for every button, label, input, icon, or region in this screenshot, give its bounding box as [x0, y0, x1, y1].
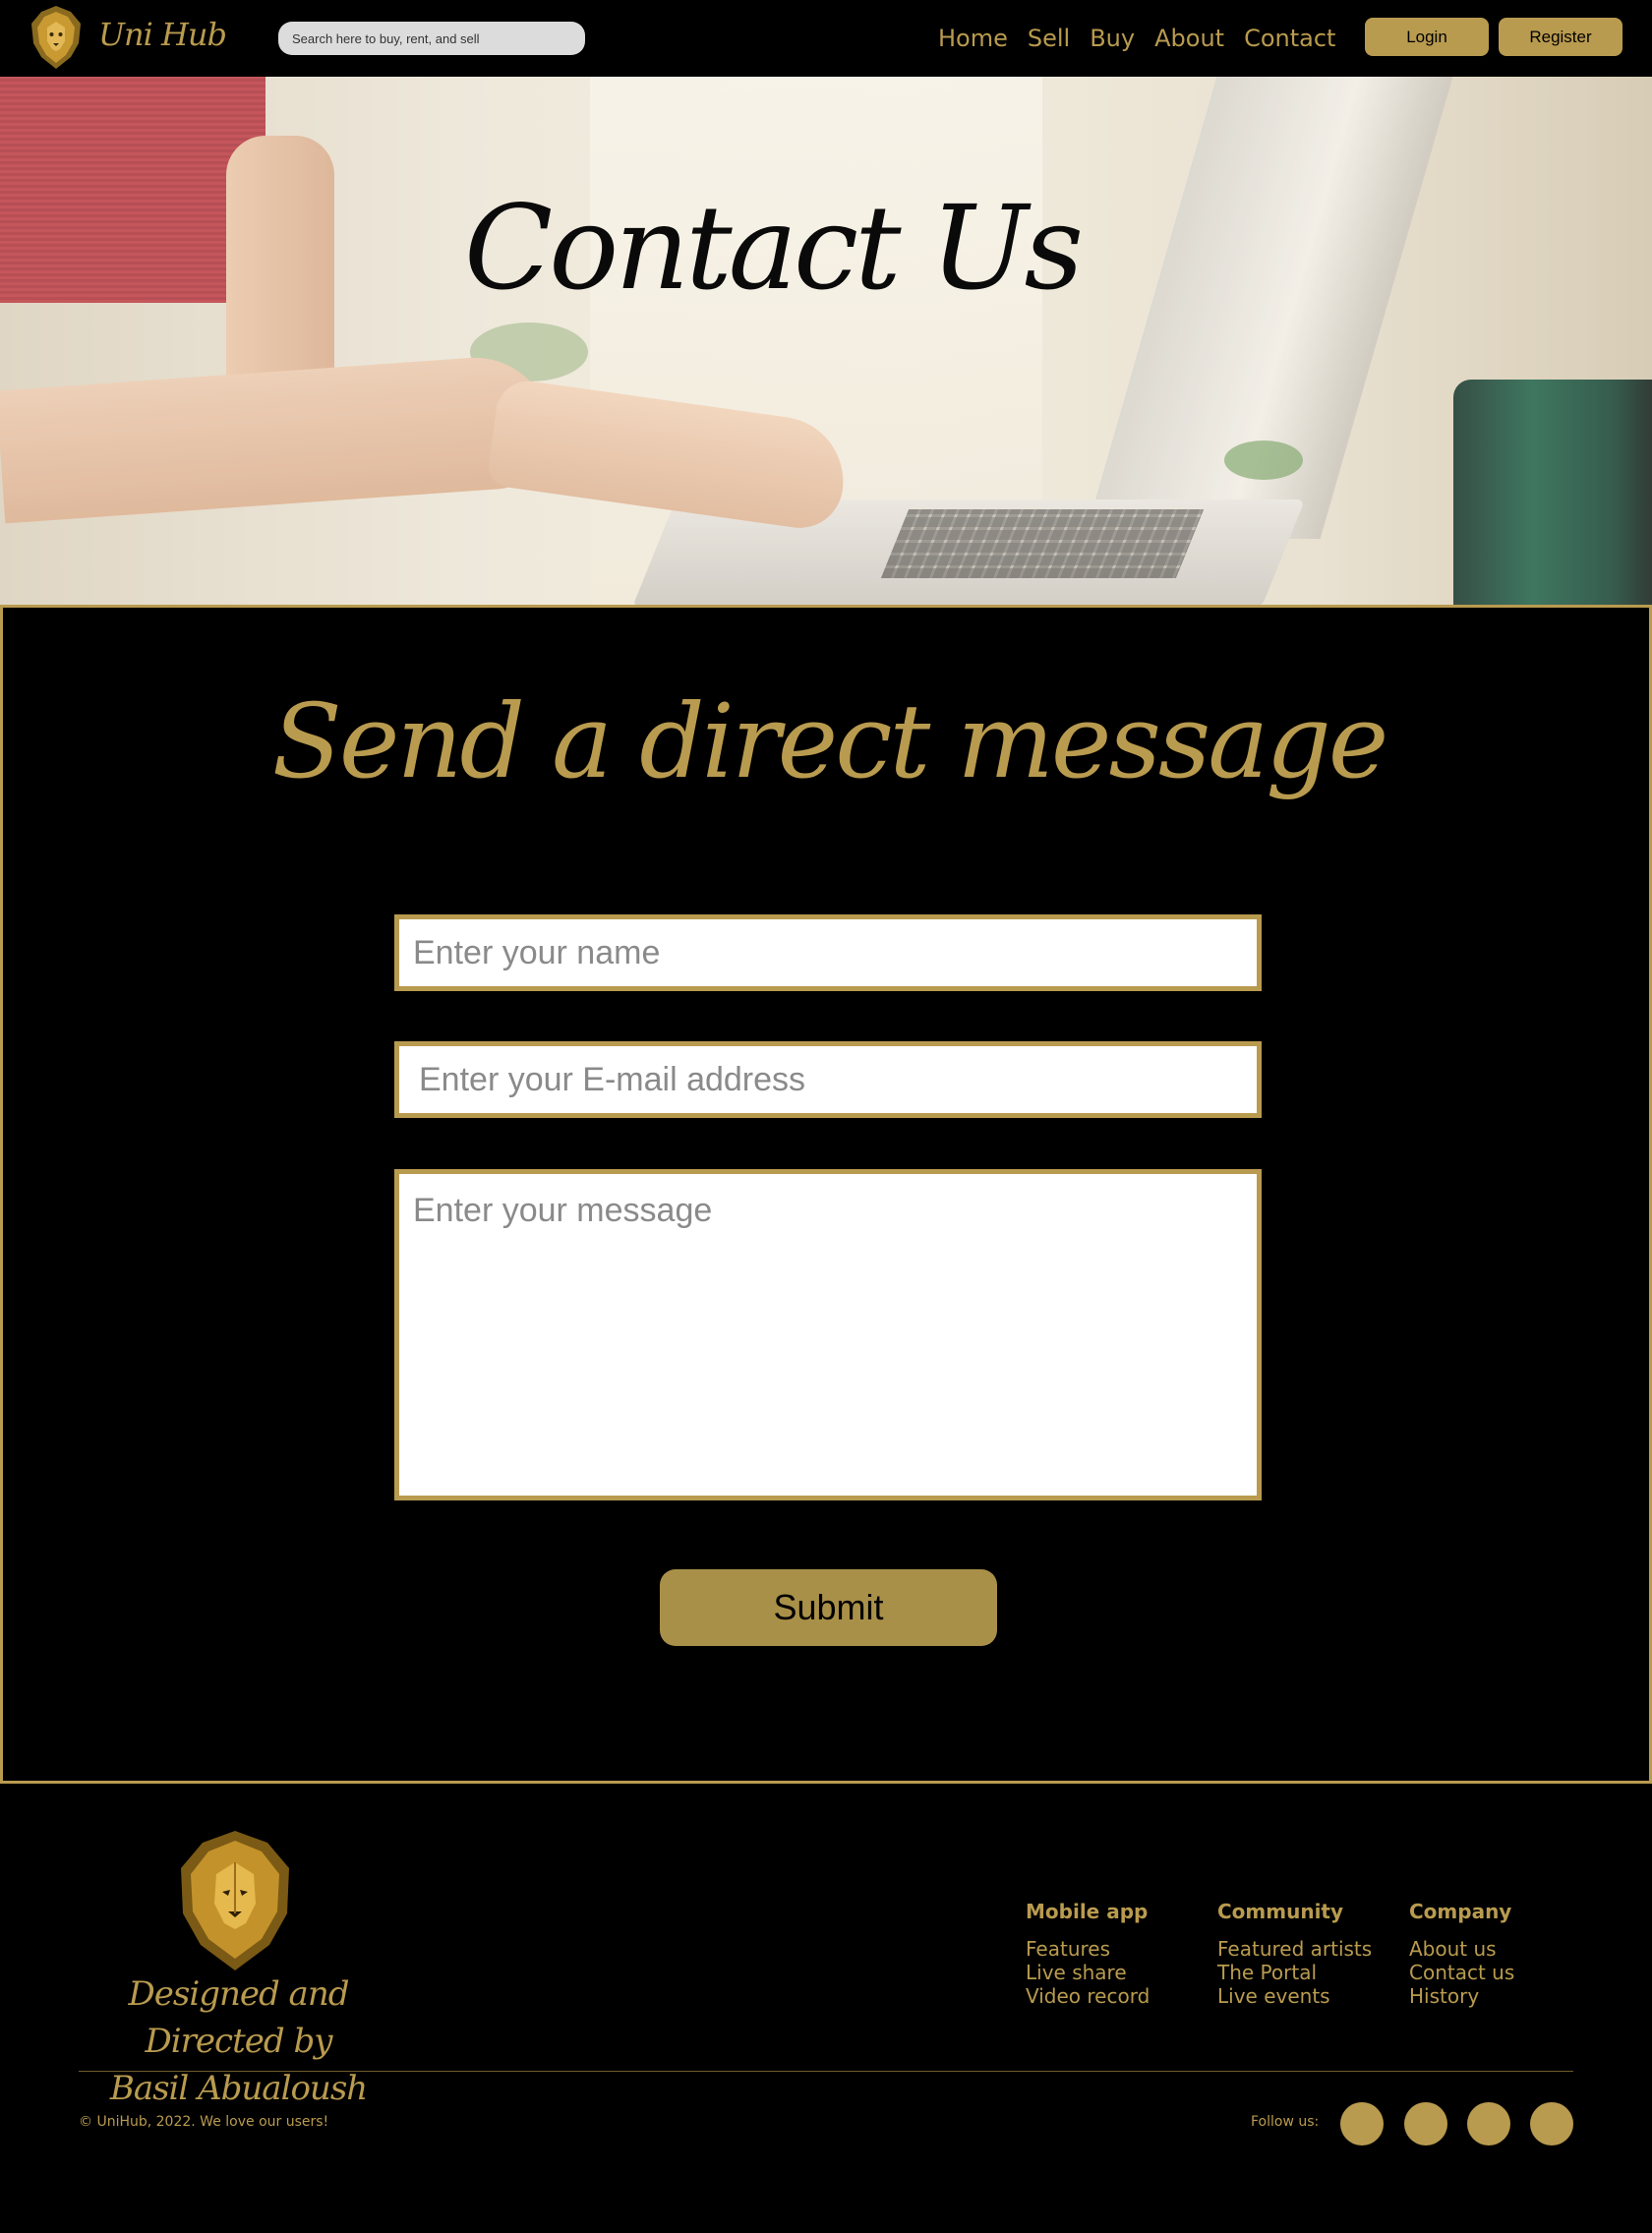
footer-divider: [79, 2071, 1573, 2072]
nav-buy[interactable]: Buy: [1090, 22, 1135, 55]
follow-us-label: Follow us:: [1251, 2114, 1320, 2130]
login-button[interactable]: Login: [1365, 18, 1489, 56]
footer-column-heading: Mobile app: [1026, 1900, 1149, 1923]
social-icon-4[interactable]: [1530, 2102, 1573, 2145]
message-field[interactable]: [394, 1169, 1262, 1500]
lion-logo-icon[interactable]: [28, 4, 85, 71]
main-nav: Home Sell Buy About Contact: [938, 22, 1355, 55]
hero-banner: Contact Us: [0, 77, 1652, 605]
nav-sell[interactable]: Sell: [1028, 22, 1070, 55]
copyright-text: © UniHub, 2022. We love our users!: [79, 2114, 329, 2130]
footer-link-featured-artists[interactable]: Featured artists: [1217, 1937, 1372, 1961]
page-title: Contact Us: [463, 180, 1084, 316]
footer-column-mobile-app: Mobile app Features Live share Video rec…: [1026, 1900, 1150, 2008]
footer-link-live-events[interactable]: Live events: [1217, 1984, 1372, 2008]
brand-name[interactable]: Uni Hub: [98, 16, 227, 53]
nav-contact[interactable]: Contact: [1244, 22, 1335, 55]
footer: Designed and Directed by Basil Abualoush…: [0, 1784, 1652, 2233]
footer-column-heading: Company: [1409, 1900, 1512, 1923]
nav-about[interactable]: About: [1154, 22, 1224, 55]
designer-signature: Designed and Directed by Basil Abualoush: [79, 1970, 398, 2112]
footer-link-video-record[interactable]: Video record: [1026, 1984, 1150, 2008]
lion-logo-icon: [181, 1831, 289, 1970]
footer-column-company: Company About us Contact us History: [1409, 1900, 1514, 2008]
footer-column-heading: Community: [1217, 1900, 1344, 1923]
email-field[interactable]: [394, 1041, 1262, 1118]
social-icon-2[interactable]: [1404, 2102, 1447, 2145]
name-field[interactable]: [394, 914, 1262, 991]
contact-section: Send a direct message Submit: [0, 605, 1652, 1784]
hero-photo-overlay: [0, 77, 1652, 605]
top-navbar: Uni Hub Home Sell Buy About Contact Logi…: [0, 0, 1652, 78]
footer-link-contact-us[interactable]: Contact us: [1409, 1961, 1514, 1984]
contact-heading: Send a direct message: [271, 681, 1389, 801]
search-input[interactable]: [278, 22, 585, 55]
signature-line-2: Basil Abualoush: [109, 2069, 368, 2108]
submit-button[interactable]: Submit: [660, 1569, 997, 1646]
social-icon-1[interactable]: [1340, 2102, 1384, 2145]
footer-link-history[interactable]: History: [1409, 1984, 1514, 2008]
footer-link-features[interactable]: Features: [1026, 1937, 1150, 1961]
footer-column-community: Community Featured artists The Portal Li…: [1217, 1900, 1372, 2008]
nav-home[interactable]: Home: [938, 22, 1008, 55]
signature-line-1: Designed and Directed by: [128, 1974, 350, 2061]
footer-link-about-us[interactable]: About us: [1409, 1937, 1514, 1961]
social-icon-3[interactable]: [1467, 2102, 1510, 2145]
footer-link-the-portal[interactable]: The Portal: [1217, 1961, 1372, 1984]
register-button[interactable]: Register: [1499, 18, 1622, 56]
footer-link-live-share[interactable]: Live share: [1026, 1961, 1150, 1984]
